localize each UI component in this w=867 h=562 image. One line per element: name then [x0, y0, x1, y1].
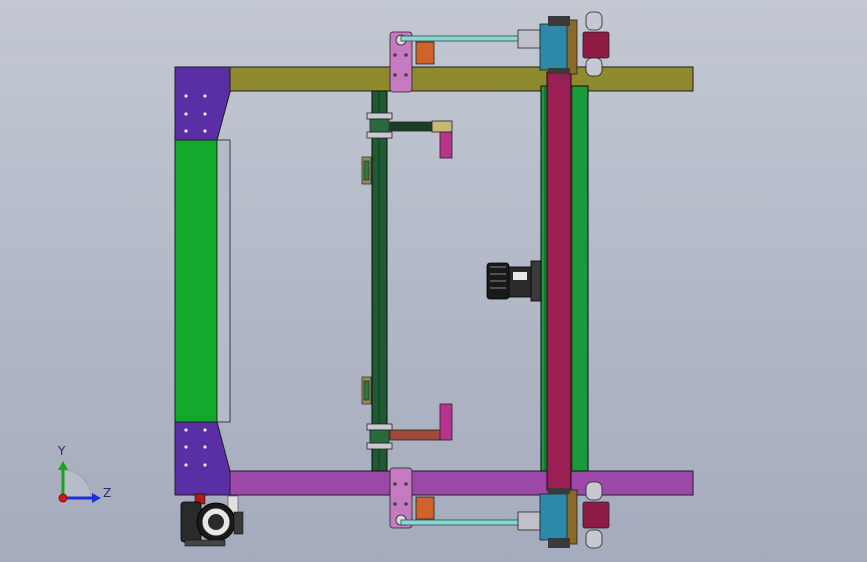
- l-arm-bottom[interactable]: [389, 403, 453, 441]
- beam-clamp-top[interactable]: [366, 112, 393, 139]
- cad-graphics-viewport[interactable]: Y Z: [0, 0, 867, 562]
- left-side-member-edge: [216, 139, 231, 423]
- spacer-bottom[interactable]: [361, 376, 372, 405]
- triad-quarter-arc: [62, 469, 92, 499]
- gear-motor-bottom-left[interactable]: [180, 493, 244, 547]
- l-arm-top[interactable]: [389, 120, 453, 159]
- spacer-top[interactable]: [361, 156, 372, 185]
- guide-rail-crimson[interactable]: [546, 71, 572, 491]
- corner-plate-top-left[interactable]: [174, 66, 231, 141]
- assembly-drawing[interactable]: Y Z: [0, 0, 867, 562]
- bottom-frame-beam[interactable]: [229, 470, 694, 496]
- triad-y-label: Y: [57, 444, 66, 458]
- corner-plate-bottom-left[interactable]: [174, 421, 231, 496]
- left-side-member[interactable]: [174, 139, 218, 423]
- triad-z-label: Z: [103, 486, 111, 500]
- drive-motor[interactable]: [486, 260, 542, 302]
- triad-x-axis: [58, 493, 68, 503]
- coordinate-triad: Y Z: [57, 444, 111, 503]
- top-frame-beam[interactable]: [229, 66, 694, 92]
- beam-clamp-bottom[interactable]: [366, 423, 393, 450]
